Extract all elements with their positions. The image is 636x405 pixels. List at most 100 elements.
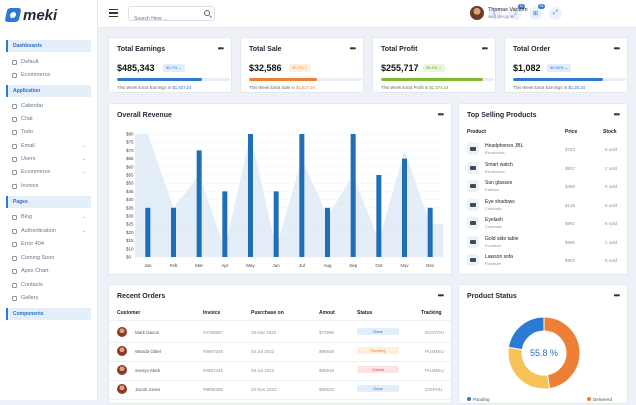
divider [109, 320, 453, 321]
revenue-bar[interactable] [376, 175, 382, 257]
product-name: Headphones JBL [485, 143, 524, 149]
section-dashboards[interactable]: Dashboards [6, 40, 91, 52]
sidebar-item-apex-chart[interactable]: Apex Chart [12, 265, 90, 277]
product-stock: 5 sold [605, 221, 618, 226]
sidebar-item-default[interactable]: Default [12, 56, 90, 68]
more-options-icon[interactable]: ••• [438, 291, 444, 300]
section-application[interactable]: Application [6, 85, 91, 97]
sidebar-item-label: Email [21, 143, 35, 149]
more-options-icon[interactable]: ••• [482, 44, 488, 53]
y-tick-label: $45 [126, 189, 134, 194]
fullscreen-icon[interactable]: ⤢ [549, 7, 562, 20]
table-row[interactable]: Sveryo Mark #0987345 03 Jul 2022 $96548 … [109, 362, 453, 380]
invoice-number: #0987345 [203, 368, 224, 373]
product-row[interactable]: Smart watch Electronics $837 2 sold [459, 160, 629, 177]
sidebar-item-coming-soon[interactable]: Coming Soon [12, 252, 90, 264]
status-badge: Pending [357, 347, 399, 354]
x-tick-label: Oct [375, 263, 383, 268]
order-amount: $96548 [319, 349, 335, 354]
stat-progress-fill [117, 78, 202, 81]
sidebar-item-chat[interactable]: Chat [12, 113, 90, 125]
more-options-icon[interactable]: ••• [218, 44, 224, 53]
sidebar-item-ecommerce-app[interactable]: Ecommerce ⌄ [12, 166, 90, 178]
user-name[interactable]: Thomas Vactom [488, 7, 528, 13]
revenue-bar[interactable] [248, 134, 253, 257]
table-row[interactable]: Mark Dacon #4769587 15 Mar 2022 $72596 D… [109, 324, 453, 342]
header-status: Status [357, 310, 373, 316]
product-row[interactable]: Sun glasses Fashion $459 6 sold [459, 178, 629, 195]
product-price: $902 [565, 258, 576, 263]
y-tick-label: $40 [126, 197, 134, 202]
revenue-bar[interactable] [299, 134, 305, 257]
invoice-icon [12, 183, 17, 189]
more-options-icon[interactable]: ••• [350, 44, 356, 53]
revenue-bar[interactable] [350, 134, 356, 257]
product-info: Sun glasses Fashion [485, 180, 512, 192]
sidebar-item-invoice[interactable]: Invoice [12, 180, 90, 192]
product-row[interactable]: Lawson sofa Furniture $902 5 sold [459, 252, 629, 269]
revenue-bar[interactable] [145, 207, 151, 257]
header-tracking: Tracking [421, 310, 442, 316]
more-options-icon[interactable]: ••• [614, 110, 620, 119]
product-info: Smart watch Electronics [485, 162, 513, 174]
table-row[interactable]: Wanda Odiel #0987345 03 Jul 2022 $96548 … [109, 343, 453, 361]
sidebar-item-error-404[interactable]: Error 404 [12, 238, 90, 250]
revenue-bar[interactable] [427, 207, 433, 257]
sidebar-item-contacts[interactable]: Contacts [12, 279, 90, 291]
revenue-bar[interactable] [171, 207, 176, 257]
header-amount: Amout [319, 310, 335, 316]
stat-percent-badge: 20.7% ⌄ [289, 64, 311, 72]
section-pages[interactable]: Pages [6, 196, 91, 208]
table-row[interactable]: Jacob Jones #9896300 20 Nov 2022 $95620 … [109, 381, 453, 399]
chart-icon [12, 268, 17, 274]
revenue-bar[interactable] [325, 207, 330, 257]
x-tick-label: Jan [144, 263, 152, 268]
revenue-bar[interactable] [196, 150, 202, 257]
stat-card-sale: Total Sale ••• $32,586 20.7% ⌄ This Week… [240, 37, 364, 93]
brand-logo[interactable]: meki [4, 6, 57, 24]
stat-progress-bar [249, 78, 362, 81]
legend-marker [467, 397, 471, 401]
stat-progress-bar [381, 78, 494, 81]
product-category: Furniture [485, 242, 502, 248]
lock-icon [12, 228, 17, 234]
search-input[interactable] [129, 12, 199, 26]
product-row[interactable]: Headphones JBL Electronics $753 5 sold [459, 141, 629, 158]
tracking-code: DO4YOU [425, 330, 445, 335]
sidebar-item-email[interactable]: Email ⌄ [12, 140, 90, 152]
more-options-icon[interactable]: ••• [614, 44, 620, 53]
avatar [117, 384, 127, 394]
cart-count-badge: 05 [538, 4, 545, 9]
x-tick-label: Feb [170, 263, 178, 268]
sidebar-item-ecommerce[interactable]: Ecommerce [12, 69, 90, 81]
product-row[interactable]: Eyelash Cosmatic $992 5 sold [459, 215, 629, 232]
sidebar-item-authentication[interactable]: Authentication ⌄ [12, 225, 90, 237]
header-invoice: Invoice [203, 310, 221, 316]
sidebar-item-users[interactable]: Users ⌄ [12, 153, 90, 165]
user-avatar[interactable] [470, 6, 484, 20]
product-row[interactable]: Gold side table Furniture $990 2 sold [459, 234, 629, 251]
stat-value: $1,082 [513, 63, 541, 73]
sidebar-item-todo[interactable]: Todo [12, 126, 90, 138]
search-icon[interactable] [204, 10, 210, 16]
sidebar-item-label: Blog [21, 214, 33, 220]
search-box [128, 6, 215, 26]
purchase-date: 20 Nov 2022 [251, 387, 277, 392]
menu-toggle-icon[interactable] [109, 9, 118, 17]
customer-name: Wanda Odiel [135, 349, 161, 354]
sidebar-item-calendar[interactable]: Calendar [12, 100, 90, 112]
invoice-number: #0987345 [203, 349, 224, 354]
donut-segment-panding[interactable] [507, 316, 545, 351]
stat-note-value: $1,074.24 [429, 85, 449, 90]
revenue-bar[interactable] [222, 191, 228, 257]
cart-icon[interactable]: ⊞ 05 [529, 4, 545, 20]
checklist-icon [12, 129, 17, 135]
revenue-bar[interactable] [273, 191, 279, 257]
sidebar-item-blog[interactable]: Blog ⌄ [12, 211, 90, 223]
section-components[interactable]: Components [6, 308, 91, 320]
product-row[interactable]: Eye shadows Cosmatic $146 5 sold [459, 197, 629, 214]
stat-progress-fill [249, 78, 317, 81]
revenue-bar[interactable] [402, 158, 407, 257]
sidebar-item-gallery[interactable]: Gallery [12, 292, 90, 304]
sidebar-item-label: Coming Soon [21, 255, 55, 261]
